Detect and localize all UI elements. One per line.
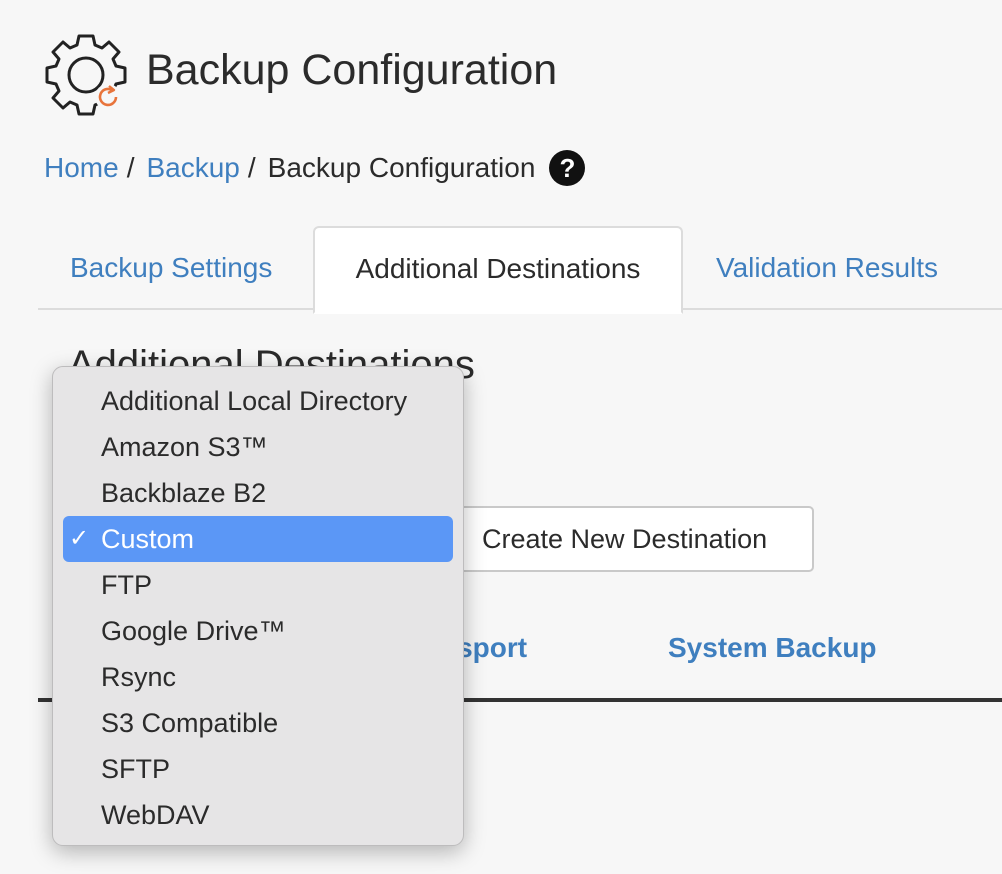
breadcrumb-separator: /: [247, 152, 256, 183]
dropdown-option-backblaze-b2[interactable]: Backblaze B2: [63, 470, 453, 516]
dropdown-option-s3-compatible[interactable]: S3 Compatible: [63, 700, 453, 746]
dropdown-option-webdav[interactable]: WebDAV: [63, 792, 453, 838]
breadcrumb-current: Backup Configuration: [267, 152, 536, 183]
tab-validation-results[interactable]: Validation Results: [716, 228, 938, 308]
subtab-system-backup[interactable]: System Backup: [668, 632, 877, 664]
dropdown-option-label: Custom: [101, 524, 195, 554]
dropdown-option-additional-local-directory[interactable]: Additional Local Directory: [63, 378, 453, 424]
page-title: Backup Configuration: [146, 46, 558, 94]
page: Backup Configuration Home / Backup / Bac…: [0, 0, 1002, 874]
breadcrumb-home-link[interactable]: Home: [44, 152, 119, 184]
checkmark-icon: ✓: [69, 525, 90, 552]
dropdown-option-rsync[interactable]: Rsync: [63, 654, 453, 700]
dropdown-option-google-drive[interactable]: Google Drive™: [63, 608, 453, 654]
dropdown-option-amazon-s3[interactable]: Amazon S3™: [63, 424, 453, 470]
gear-backup-icon: [42, 30, 130, 118]
breadcrumb-separator: /: [126, 152, 135, 183]
breadcrumb-backup-link[interactable]: Backup: [146, 152, 239, 184]
destination-type-dropdown-menu[interactable]: Additional Local Directory Amazon S3™ Ba…: [52, 366, 464, 846]
tab-backup-settings[interactable]: Backup Settings: [70, 228, 272, 308]
dropdown-option-sftp[interactable]: SFTP: [63, 746, 453, 792]
create-new-destination-button[interactable]: Create New Destination: [446, 506, 814, 572]
dropdown-option-ftp[interactable]: FTP: [63, 562, 453, 608]
breadcrumb: Home / Backup / Backup Configuration ?: [44, 148, 586, 188]
tab-additional-destinations[interactable]: Additional Destinations: [313, 226, 683, 314]
dropdown-option-custom[interactable]: ✓ Custom: [63, 516, 453, 562]
question-circle-icon[interactable]: ?: [549, 150, 586, 186]
